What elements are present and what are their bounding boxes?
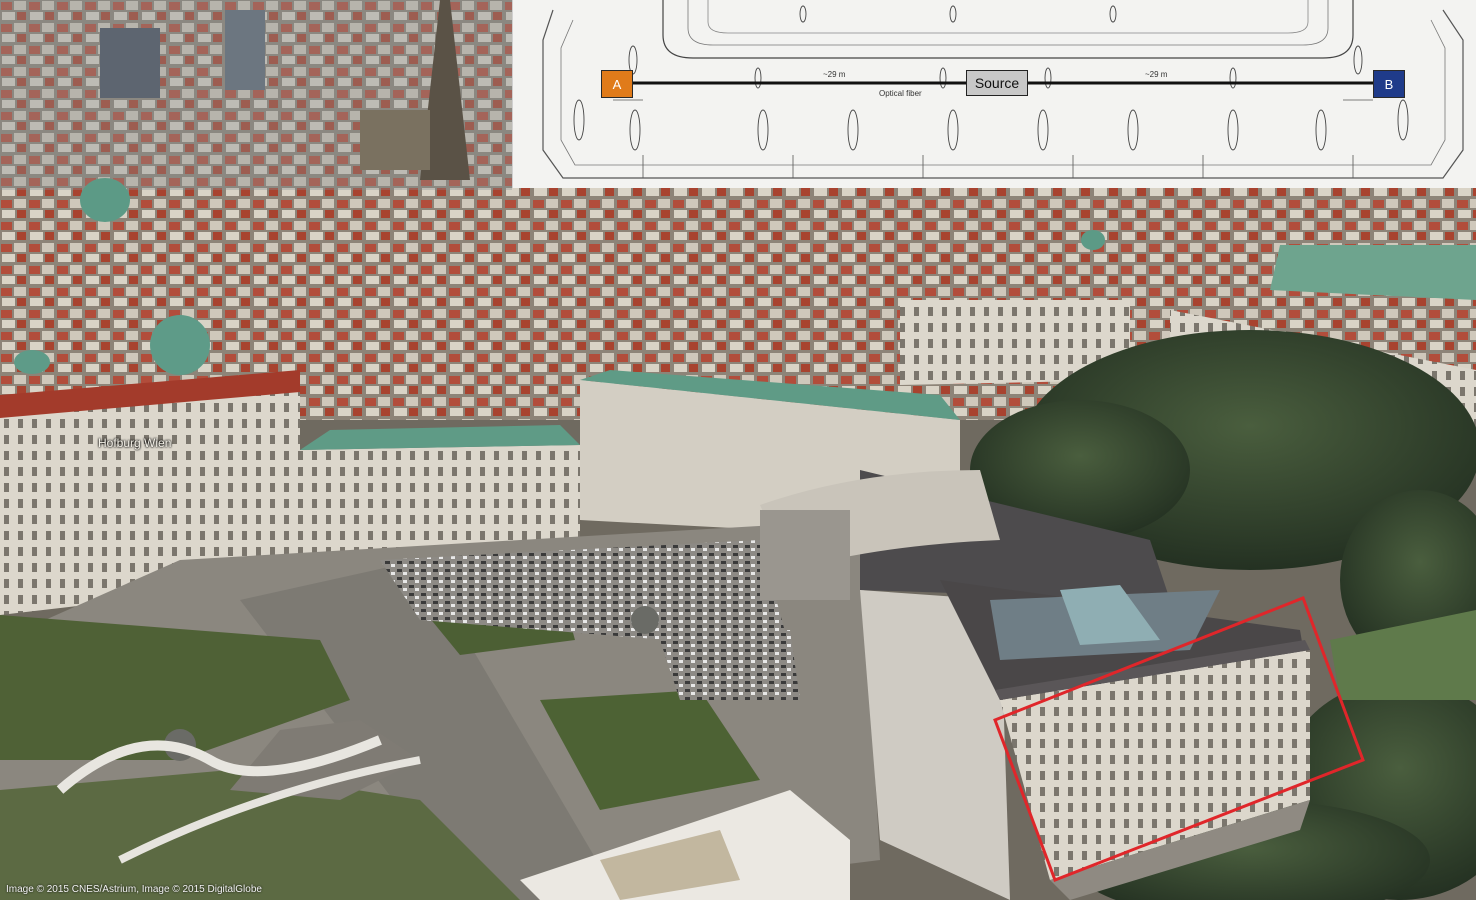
point-a-marker: A (601, 70, 633, 98)
floor-plan-inset: A Source B ~29 m ~29 m Optical fiber (512, 0, 1476, 188)
distance-left-label: ~29 m (823, 70, 846, 79)
place-label: Hofburg Wien (98, 436, 172, 450)
optical-fiber-label: Optical fiber (879, 89, 922, 98)
source-marker: Source (966, 70, 1028, 96)
imagery-credit: Image © 2015 CNES/Astrium, Image © 2015 … (6, 884, 262, 895)
point-b-marker: B (1373, 70, 1405, 98)
distance-right-label: ~29 m (1145, 70, 1168, 79)
